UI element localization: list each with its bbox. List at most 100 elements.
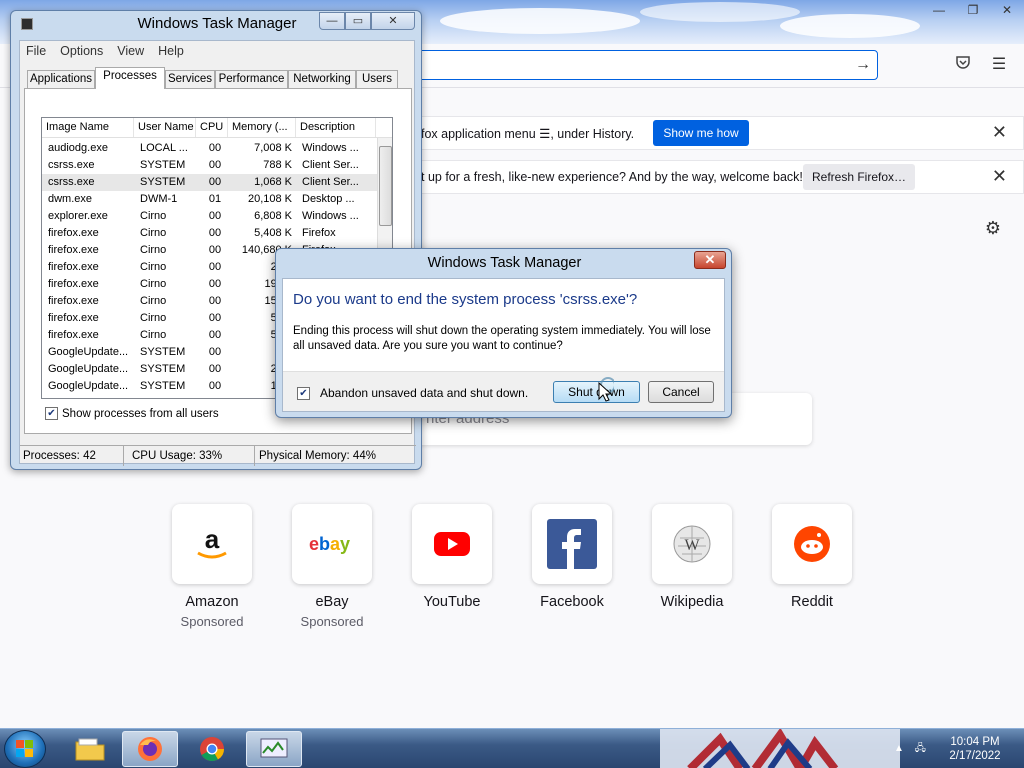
cell-cpu: 00 [208, 346, 222, 358]
shortcut-tile-amazon[interactable]: a [172, 504, 252, 584]
menu-file[interactable]: File [26, 44, 46, 58]
shortcut-tile-wikipedia[interactable]: W [652, 504, 732, 584]
cell-cpu: 00 [208, 363, 222, 375]
clock[interactable]: 10:04 PM 2/17/2022 [940, 735, 1010, 763]
scrollbar-thumb[interactable] [379, 146, 392, 226]
tab-networking[interactable]: Networking [288, 70, 356, 88]
minimize-button[interactable]: — [922, 0, 956, 20]
cell-image-name: GoogleUpdate... [48, 380, 129, 392]
menu-view[interactable]: View [117, 44, 144, 58]
menu-options[interactable]: Options [60, 44, 103, 58]
cell-description: Desktop ... [302, 193, 355, 205]
cell-user-name: SYSTEM [140, 380, 186, 392]
cell-description: Firefox [302, 227, 336, 239]
cell-description: Windows ... [302, 142, 359, 154]
cell-cpu: 00 [208, 261, 222, 273]
cancel-button[interactable]: Cancel [648, 381, 714, 403]
gear-icon[interactable]: ⚙ [982, 218, 1004, 240]
cell-cpu: 00 [208, 380, 222, 392]
network-icon[interactable]: 🖧 [915, 743, 926, 754]
cell-user-name: Cirno [140, 227, 167, 239]
restore-button[interactable]: ❐ [956, 0, 990, 20]
shortcut-tile-reddit[interactable] [772, 504, 852, 584]
show-me-how-button[interactable]: Show me how [653, 120, 749, 146]
cell-image-name: firefox.exe [48, 329, 99, 341]
column-user-name[interactable]: User Name [134, 118, 196, 137]
cell-description: Windows ... [302, 210, 359, 222]
checkbox[interactable]: ✔ [297, 386, 310, 400]
taskbar-task-manager[interactable] [246, 731, 302, 767]
cell-image-name: firefox.exe [48, 227, 99, 239]
table-row[interactable]: csrss.exe SYSTEM 00 1,068 K Client Ser... [42, 174, 377, 191]
column-memory[interactable]: Memory (... [228, 118, 296, 137]
column-cpu[interactable]: CPU [196, 118, 228, 137]
table-row[interactable]: explorer.exe Cirno 00 6,808 K Windows ... [42, 208, 377, 225]
shortcut-tile-ebay[interactable]: ebay [292, 504, 372, 584]
notification-text: fox application menu ☰, under History. [421, 127, 635, 141]
table-row[interactable]: dwm.exe DWM-1 01 20,108 K Desktop ... [42, 191, 377, 208]
arrow-right-icon[interactable]: → [852, 54, 874, 76]
checkbox[interactable]: ✔ [45, 407, 58, 420]
dialog-body: Do you want to end the system process 'c… [282, 278, 725, 412]
dialog-main-instruction: Do you want to end the system process 'c… [293, 291, 638, 308]
notification-bar-history: fox application menu ☰, under History. S… [410, 116, 1024, 150]
maximize-button[interactable]: ▭ [345, 12, 371, 30]
taskbar-chrome[interactable] [184, 731, 240, 767]
refresh-firefox-button[interactable]: Refresh Firefox… [803, 164, 915, 190]
youtube-icon [434, 532, 470, 556]
close-button[interactable]: ✕ [371, 12, 415, 30]
svg-text:ebay: ebay [309, 534, 350, 554]
cell-image-name: firefox.exe [48, 244, 99, 256]
menu-help[interactable]: Help [158, 44, 184, 58]
cell-user-name: SYSTEM [140, 346, 186, 358]
tab-processes[interactable]: Processes [95, 67, 165, 89]
close-button[interactable]: ✕ [694, 251, 726, 269]
mouse-cursor-icon [598, 377, 614, 402]
cell-user-name: Cirno [140, 244, 167, 256]
pocket-icon[interactable] [952, 54, 974, 76]
show-hidden-icons[interactable]: ▲ [894, 743, 904, 754]
column-image-name[interactable]: Image Name [42, 118, 134, 137]
shortcut-tile-facebook[interactable] [532, 504, 612, 584]
tab-performance[interactable]: Performance [215, 70, 288, 88]
tab-services[interactable]: Services [165, 70, 215, 88]
tab-users[interactable]: Users [356, 70, 398, 88]
window-controls: — ▭ ✕ [319, 12, 415, 30]
shortcut-label: YouTube [423, 594, 481, 610]
taskbar-firefox[interactable] [122, 731, 178, 767]
firefox-window-controls: — ❐ ✕ [922, 0, 1024, 20]
shortcut-label: Reddit [791, 594, 833, 610]
cell-cpu: 01 [208, 193, 222, 205]
abandon-data-checkbox-row[interactable]: ✔ Abandon unsaved data and shut down. [297, 386, 528, 400]
tab-applications[interactable]: Applications [27, 70, 95, 88]
status-bar: Processes: 42 CPU Usage: 33% Physical Me… [20, 445, 416, 466]
start-button[interactable] [4, 730, 46, 768]
table-row[interactable]: audiodg.exe LOCAL ... 00 7,008 K Windows ... [42, 140, 377, 157]
table-row[interactable]: firefox.exe Cirno 00 5,408 K Firefox [42, 225, 377, 242]
column-description[interactable]: Description [296, 118, 376, 137]
cell-user-name: Cirno [140, 295, 167, 307]
minimize-button[interactable]: — [319, 12, 345, 30]
table-row[interactable]: csrss.exe SYSTEM 00 788 K Client Ser... [42, 157, 377, 174]
cell-cpu: 00 [208, 159, 222, 171]
cell-memory: 6,808 K [254, 210, 292, 222]
task-manager-icon [260, 738, 288, 758]
cell-cpu: 00 [208, 278, 222, 290]
close-button[interactable]: ✕ [990, 0, 1024, 20]
status-memory: Physical Memory: 44% [259, 450, 376, 462]
cell-user-name: Cirno [140, 210, 167, 222]
cell-cpu: 00 [208, 244, 222, 256]
checkbox-label: Show processes from all users [62, 407, 219, 420]
hamburger-menu-icon[interactable]: ☰ [988, 54, 1010, 76]
url-bar[interactable] [410, 50, 878, 80]
cell-cpu: 00 [208, 142, 222, 154]
close-icon[interactable]: ✕ [992, 122, 1007, 143]
shortcut-tile-youtube[interactable] [412, 504, 492, 584]
taskbar-explorer[interactable] [62, 731, 118, 767]
show-all-processes[interactable]: ✔ Show processes from all users [45, 407, 219, 420]
process-list-header: Image Name User Name CPU Memory (... Des… [42, 118, 392, 138]
folder-icon [75, 738, 105, 761]
status-processes: Processes: 42 [20, 446, 124, 466]
cell-memory: 7,008 K [254, 142, 292, 154]
close-icon[interactable]: ✕ [992, 166, 1007, 187]
